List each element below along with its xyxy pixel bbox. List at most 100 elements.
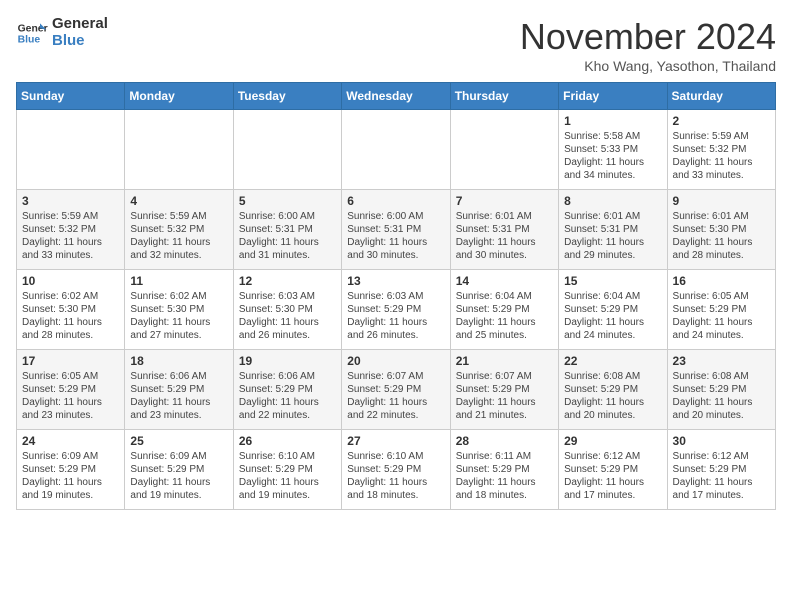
day-of-week-header: Sunday [17, 83, 125, 110]
day-number: 25 [130, 434, 227, 448]
day-info: Sunrise: 6:03 AM Sunset: 5:29 PM Dayligh… [347, 290, 444, 342]
day-number: 14 [456, 274, 553, 288]
day-number: 28 [456, 434, 553, 448]
calendar-week-row: 24 Sunrise: 6:09 AM Sunset: 5:29 PM Dayli… [17, 430, 776, 510]
day-number: 4 [130, 194, 227, 208]
day-of-week-header: Thursday [450, 83, 558, 110]
calendar-cell: 2 Sunrise: 5:59 AM Sunset: 5:32 PM Daylig… [667, 110, 775, 190]
calendar-cell: 5 Sunrise: 6:00 AM Sunset: 5:31 PM Daylig… [233, 190, 341, 270]
day-number: 9 [673, 194, 770, 208]
day-number: 22 [564, 354, 661, 368]
calendar-cell: 29 Sunrise: 6:12 AM Sunset: 5:29 PM Dayli… [559, 430, 667, 510]
calendar-cell: 6 Sunrise: 6:00 AM Sunset: 5:31 PM Daylig… [342, 190, 450, 270]
calendar-cell: 27 Sunrise: 6:10 AM Sunset: 5:29 PM Dayli… [342, 430, 450, 510]
calendar-cell: 12 Sunrise: 6:03 AM Sunset: 5:30 PM Dayli… [233, 270, 341, 350]
month-title: November 2024 [520, 16, 776, 58]
day-number: 15 [564, 274, 661, 288]
day-info: Sunrise: 6:10 AM Sunset: 5:29 PM Dayligh… [239, 450, 336, 502]
day-number: 12 [239, 274, 336, 288]
day-number: 23 [673, 354, 770, 368]
day-info: Sunrise: 6:01 AM Sunset: 5:31 PM Dayligh… [456, 210, 553, 262]
day-info: Sunrise: 6:05 AM Sunset: 5:29 PM Dayligh… [673, 290, 770, 342]
calendar-cell [342, 110, 450, 190]
calendar-cell [125, 110, 233, 190]
day-info: Sunrise: 6:07 AM Sunset: 5:29 PM Dayligh… [347, 370, 444, 422]
day-info: Sunrise: 6:00 AM Sunset: 5:31 PM Dayligh… [239, 210, 336, 262]
day-number: 2 [673, 114, 770, 128]
day-info: Sunrise: 6:08 AM Sunset: 5:29 PM Dayligh… [564, 370, 661, 422]
calendar-week-row: 10 Sunrise: 6:02 AM Sunset: 5:30 PM Dayli… [17, 270, 776, 350]
calendar-week-row: 1Sunrise: 5:58 AM Sunset: 5:33 PM Daylig… [17, 110, 776, 190]
day-number: 17 [22, 354, 119, 368]
day-of-week-header: Wednesday [342, 83, 450, 110]
calendar-cell [450, 110, 558, 190]
calendar-cell: 30 Sunrise: 6:12 AM Sunset: 5:29 PM Dayli… [667, 430, 775, 510]
day-info: Sunrise: 6:02 AM Sunset: 5:30 PM Dayligh… [22, 290, 119, 342]
calendar-table: SundayMondayTuesdayWednesdayThursdayFrid… [16, 82, 776, 510]
day-info: Sunrise: 6:07 AM Sunset: 5:29 PM Dayligh… [456, 370, 553, 422]
day-number: 18 [130, 354, 227, 368]
day-number: 24 [22, 434, 119, 448]
calendar-cell: 9 Sunrise: 6:01 AM Sunset: 5:30 PM Daylig… [667, 190, 775, 270]
day-info: Sunrise: 6:12 AM Sunset: 5:29 PM Dayligh… [564, 450, 661, 502]
day-number: 19 [239, 354, 336, 368]
calendar-cell: 11 Sunrise: 6:02 AM Sunset: 5:30 PM Dayli… [125, 270, 233, 350]
day-number: 13 [347, 274, 444, 288]
day-number: 11 [130, 274, 227, 288]
day-info: Sunrise: 5:59 AM Sunset: 5:32 PM Dayligh… [22, 210, 119, 262]
calendar-cell: 26 Sunrise: 6:10 AM Sunset: 5:29 PM Dayli… [233, 430, 341, 510]
day-number: 27 [347, 434, 444, 448]
calendar-cell: 22 Sunrise: 6:08 AM Sunset: 5:29 PM Dayli… [559, 350, 667, 430]
day-info: Sunrise: 6:01 AM Sunset: 5:31 PM Dayligh… [564, 210, 661, 262]
day-info: Sunrise: 6:11 AM Sunset: 5:29 PM Dayligh… [456, 450, 553, 502]
day-info: Sunrise: 6:09 AM Sunset: 5:29 PM Dayligh… [130, 450, 227, 502]
day-number: 29 [564, 434, 661, 448]
day-info: Sunrise: 5:59 AM Sunset: 5:32 PM Dayligh… [130, 210, 227, 262]
day-info: Sunrise: 6:00 AM Sunset: 5:31 PM Dayligh… [347, 210, 444, 262]
day-info: Sunrise: 6:02 AM Sunset: 5:30 PM Dayligh… [130, 290, 227, 342]
calendar-cell: 4 Sunrise: 5:59 AM Sunset: 5:32 PM Daylig… [125, 190, 233, 270]
day-of-week-header: Saturday [667, 83, 775, 110]
day-number: 5 [239, 194, 336, 208]
day-info: Sunrise: 6:01 AM Sunset: 5:30 PM Dayligh… [673, 210, 770, 262]
day-number: 26 [239, 434, 336, 448]
calendar-cell [17, 110, 125, 190]
day-info: Sunrise: 6:08 AM Sunset: 5:29 PM Dayligh… [673, 370, 770, 422]
page-header: General Blue General Blue November 2024 … [16, 16, 776, 74]
calendar-cell: 1Sunrise: 5:58 AM Sunset: 5:33 PM Daylig… [559, 110, 667, 190]
calendar-cell: 24Sunrise: 6:09 AM Sunset: 5:29 PM Dayli… [17, 430, 125, 510]
day-info: Sunrise: 6:06 AM Sunset: 5:29 PM Dayligh… [130, 370, 227, 422]
location: Kho Wang, Yasothon, Thailand [520, 58, 776, 74]
calendar-cell: 19 Sunrise: 6:06 AM Sunset: 5:29 PM Dayli… [233, 350, 341, 430]
calendar-cell: 3 Sunrise: 5:59 AM Sunset: 5:32 PM Daylig… [17, 190, 125, 270]
day-number: 30 [673, 434, 770, 448]
day-number: 1 [564, 114, 661, 128]
calendar-cell: 25 Sunrise: 6:09 AM Sunset: 5:29 PM Dayli… [125, 430, 233, 510]
day-number: 3 [22, 194, 119, 208]
calendar-week-row: 17 Sunrise: 6:05 AM Sunset: 5:29 PM Dayli… [17, 350, 776, 430]
calendar-cell: 18 Sunrise: 6:06 AM Sunset: 5:29 PM Dayli… [125, 350, 233, 430]
calendar-cell: 13 Sunrise: 6:03 AM Sunset: 5:29 PM Dayli… [342, 270, 450, 350]
day-info: Sunrise: 6:10 AM Sunset: 5:29 PM Dayligh… [347, 450, 444, 502]
day-number: 10 [22, 274, 119, 288]
day-info: Sunrise: 6:06 AM Sunset: 5:29 PM Dayligh… [239, 370, 336, 422]
calendar-cell: 7Sunrise: 6:01 AM Sunset: 5:31 PM Daylig… [450, 190, 558, 270]
day-number: 6 [347, 194, 444, 208]
day-info: Sunrise: 5:59 AM Sunset: 5:32 PM Dayligh… [673, 130, 770, 182]
calendar-cell: 14 Sunrise: 6:04 AM Sunset: 5:29 PM Dayli… [450, 270, 558, 350]
day-number: 16 [673, 274, 770, 288]
title-block: November 2024 Kho Wang, Yasothon, Thaila… [520, 16, 776, 74]
calendar-cell [233, 110, 341, 190]
calendar-cell: 28 Sunrise: 6:11 AM Sunset: 5:29 PM Dayli… [450, 430, 558, 510]
calendar-cell: 8Sunrise: 6:01 AM Sunset: 5:31 PM Daylig… [559, 190, 667, 270]
logo-icon: General Blue [16, 17, 48, 49]
day-info: Sunrise: 6:12 AM Sunset: 5:29 PM Dayligh… [673, 450, 770, 502]
day-info: Sunrise: 6:05 AM Sunset: 5:29 PM Dayligh… [22, 370, 119, 422]
svg-text:Blue: Blue [18, 34, 41, 45]
day-of-week-header: Tuesday [233, 83, 341, 110]
calendar-cell: 15 Sunrise: 6:04 AM Sunset: 5:29 PM Dayli… [559, 270, 667, 350]
day-info: Sunrise: 6:04 AM Sunset: 5:29 PM Dayligh… [564, 290, 661, 342]
day-info: Sunrise: 6:04 AM Sunset: 5:29 PM Dayligh… [456, 290, 553, 342]
day-info: Sunrise: 6:03 AM Sunset: 5:30 PM Dayligh… [239, 290, 336, 342]
calendar-cell: 16 Sunrise: 6:05 AM Sunset: 5:29 PM Dayli… [667, 270, 775, 350]
